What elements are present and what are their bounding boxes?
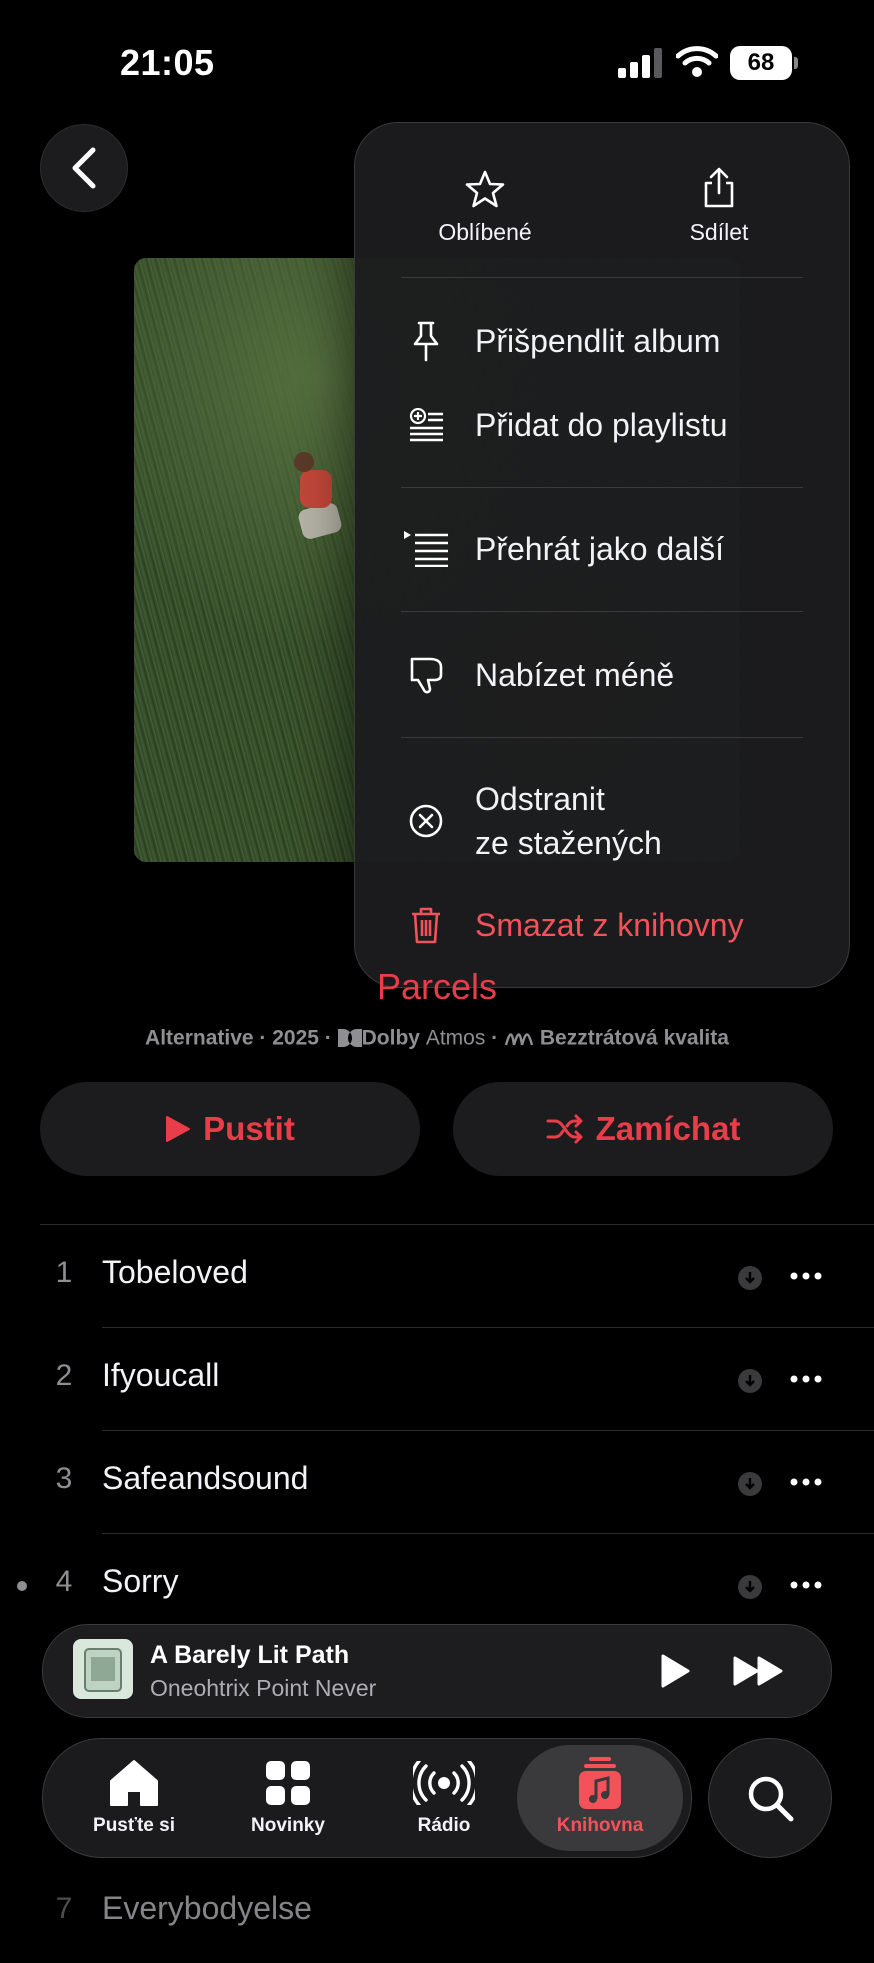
album-metadata: Alternative · 2025 · Dolby Atmos · Bezzt… bbox=[0, 1026, 874, 1050]
search-icon bbox=[748, 1776, 794, 1822]
chevron-left-icon bbox=[72, 147, 96, 189]
suggest-less-label: Nabízet méně bbox=[475, 657, 675, 693]
mini-play-icon[interactable] bbox=[659, 1653, 691, 1689]
share-button[interactable]: Sdílet bbox=[639, 159, 799, 246]
tab-library-label: Knihovna bbox=[556, 1815, 644, 1836]
pin-album-label: Přišpendlit album bbox=[475, 323, 721, 359]
track-title: Sorry bbox=[102, 1563, 179, 1599]
favorite-label: Oblíbené bbox=[438, 219, 532, 245]
tab-bar: Pusťte si Novinky Rádio Knihovna bbox=[42, 1738, 692, 1858]
thumbs-down-icon bbox=[410, 657, 443, 694]
tab-radio[interactable]: Rádio bbox=[369, 1739, 519, 1857]
tab-home[interactable]: Pusťte si bbox=[59, 1739, 209, 1857]
share-icon bbox=[704, 167, 734, 208]
play-next-item[interactable]: Přehrát jako další bbox=[401, 527, 829, 571]
shuffle-button[interactable]: Zamíchat bbox=[453, 1082, 833, 1176]
wifi-icon bbox=[676, 46, 718, 77]
battery-indicator: 68 bbox=[730, 46, 798, 80]
menu-divider bbox=[401, 611, 803, 612]
album-context-menu: Oblíbené Sdílet Přišpendlit album Přidat… bbox=[354, 122, 850, 988]
track-number: 1 bbox=[55, 1256, 73, 1289]
play-button[interactable]: Pustit bbox=[40, 1082, 420, 1176]
search-button[interactable] bbox=[708, 1738, 832, 1858]
track-number: 2 bbox=[55, 1359, 73, 1392]
remove-download-label: Odstranit ze stažených bbox=[475, 777, 662, 865]
dolby-label: Dolby bbox=[361, 1026, 420, 1050]
add-to-playlist-item[interactable]: Přidat do playlistu bbox=[401, 403, 829, 447]
more-options-icon[interactable] bbox=[790, 1375, 822, 1383]
track-row[interactable]: 7 Everybodyelse bbox=[0, 1860, 874, 1963]
remove-download-item[interactable]: Odstranit ze stažených bbox=[401, 777, 829, 865]
track-row[interactable]: 3 Safeandsound bbox=[0, 1430, 874, 1533]
more-options-icon[interactable] bbox=[790, 1478, 822, 1486]
remove-download-label-line1: Odstranit bbox=[475, 781, 605, 817]
track-title: Everybodyelse bbox=[102, 1890, 312, 1926]
add-to-playlist-label: Přidat do playlistu bbox=[475, 407, 728, 443]
share-label: Sdílet bbox=[689, 219, 749, 245]
popular-track-indicator bbox=[17, 1581, 27, 1591]
track-row[interactable]: 2 Ifyoucall bbox=[0, 1327, 874, 1430]
lossless-label: Bezztrátová kvalita bbox=[539, 1026, 729, 1050]
now-playing-artist: Oneohtrix Point Never bbox=[150, 1675, 377, 1701]
mini-player[interactable]: A Barely Lit Path Oneohtrix Point Never bbox=[42, 1624, 832, 1718]
menu-divider bbox=[401, 737, 803, 738]
more-options-icon[interactable] bbox=[790, 1272, 822, 1280]
track-number: 4 bbox=[55, 1565, 73, 1598]
shuffle-icon bbox=[546, 1114, 583, 1144]
skip-forward-icon[interactable] bbox=[733, 1655, 785, 1687]
play-label: Pustit bbox=[203, 1110, 295, 1147]
tab-radio-label: Rádio bbox=[417, 1815, 471, 1836]
remove-download-icon bbox=[409, 804, 443, 838]
download-status-icon bbox=[738, 1369, 762, 1393]
artist-name[interactable]: Parcels bbox=[0, 966, 874, 1008]
artwork-figure-head bbox=[294, 452, 314, 472]
delete-from-library-item[interactable]: Smazat z knihovny bbox=[401, 903, 829, 947]
suggest-less-item[interactable]: Nabízet méně bbox=[401, 653, 829, 697]
shuffle-label: Zamíchat bbox=[595, 1110, 741, 1147]
star-icon bbox=[465, 170, 505, 208]
cellular-signal-icon bbox=[618, 48, 662, 78]
meta-separator: · bbox=[491, 1026, 499, 1050]
dolby-icon bbox=[337, 1029, 362, 1048]
favorite-button[interactable]: Oblíbené bbox=[405, 159, 565, 246]
track-title: Safeandsound bbox=[102, 1460, 309, 1496]
back-button[interactable] bbox=[40, 124, 128, 212]
add-to-playlist-icon bbox=[409, 408, 443, 442]
track-row[interactable]: 4 Sorry bbox=[0, 1533, 874, 1636]
home-icon bbox=[110, 1760, 158, 1806]
track-number: 7 bbox=[55, 1892, 73, 1925]
status-time: 21:05 bbox=[120, 42, 215, 83]
download-status-icon bbox=[738, 1266, 762, 1290]
menu-divider bbox=[401, 487, 803, 488]
play-next-label: Přehrát jako další bbox=[475, 531, 725, 567]
download-status-icon bbox=[738, 1472, 762, 1496]
mini-player-artwork bbox=[73, 1639, 133, 1699]
tab-library[interactable]: Knihovna bbox=[517, 1745, 683, 1851]
pin-album-item[interactable]: Přišpendlit album bbox=[401, 319, 829, 363]
play-next-icon bbox=[404, 531, 448, 567]
lossless-icon bbox=[504, 1033, 534, 1046]
radio-icon bbox=[413, 1761, 475, 1805]
grid-icon bbox=[266, 1761, 310, 1805]
track-row[interactable]: 1 Tobeloved bbox=[0, 1224, 874, 1327]
tab-home-label: Pusťte si bbox=[93, 1815, 175, 1836]
tab-new[interactable]: Novinky bbox=[213, 1739, 363, 1857]
now-playing-title: A Barely Lit Path bbox=[150, 1641, 350, 1669]
menu-divider bbox=[401, 277, 803, 278]
trash-icon bbox=[412, 907, 440, 944]
play-icon bbox=[166, 1116, 191, 1142]
tab-new-label: Novinky bbox=[251, 1815, 325, 1836]
track-title: Tobeloved bbox=[102, 1254, 248, 1290]
library-icon bbox=[579, 1757, 621, 1809]
atmos-label: Atmos bbox=[425, 1026, 486, 1050]
artwork-figure-shirt bbox=[300, 470, 332, 508]
genre-year: Alternative · 2025 · bbox=[145, 1026, 332, 1050]
more-options-icon[interactable] bbox=[790, 1581, 822, 1589]
pin-icon bbox=[413, 321, 439, 362]
delete-from-library-label: Smazat z knihovny bbox=[475, 907, 744, 943]
remove-download-label-line2: ze stažených bbox=[475, 825, 662, 861]
track-number: 3 bbox=[55, 1462, 73, 1495]
track-title: Ifyoucall bbox=[102, 1357, 220, 1393]
download-status-icon bbox=[738, 1575, 762, 1599]
